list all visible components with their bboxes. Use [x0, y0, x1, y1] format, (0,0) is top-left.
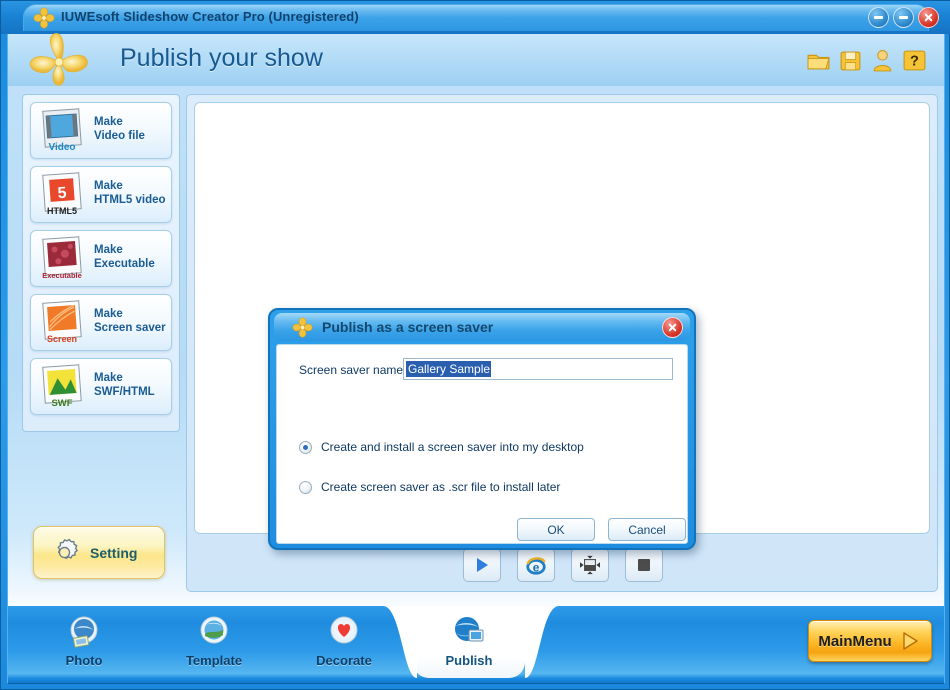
sidebar-item-make-html5-video[interactable]: 5 HTML5 Make HTML5 video: [30, 166, 172, 223]
user-icon[interactable]: [870, 48, 895, 73]
maximize-button[interactable]: [893, 7, 914, 28]
browser-preview-button[interactable]: e: [517, 548, 555, 582]
tab-publish[interactable]: Publish: [413, 609, 525, 673]
svg-text:Video: Video: [48, 142, 75, 153]
tab-photo[interactable]: Photo: [28, 609, 140, 673]
svg-text:Screen: Screen: [47, 334, 77, 344]
flower-logo-icon: [33, 7, 55, 29]
video-file-thumb-icon: Video: [38, 108, 86, 154]
tab-decorate[interactable]: Decorate: [288, 609, 400, 673]
swf-html-thumb-icon: SWF: [38, 364, 86, 410]
flower-logo-icon: [292, 317, 313, 338]
screen-saver-name-input[interactable]: Gallery Sample: [403, 358, 673, 380]
save-icon[interactable]: [838, 48, 863, 73]
publish-globe-icon: [449, 613, 489, 653]
decorate-heart-icon: [324, 613, 364, 653]
play-button[interactable]: [463, 548, 501, 582]
sidebar-panel: Video Make Video file 5 HTML5 Make HTML5…: [22, 94, 180, 432]
dialog-title: Publish as a screen saver: [322, 319, 494, 335]
screen-saver-thumb-icon: Screen: [38, 300, 86, 346]
sidebar-label-line2: Screen saver: [94, 322, 166, 335]
sidebar-label-line1: Make: [94, 116, 123, 128]
minimize-button[interactable]: [868, 7, 889, 28]
screen-saver-name-value: Gallery Sample: [406, 361, 492, 377]
template-globe-icon: [194, 613, 234, 653]
svg-text:5: 5: [57, 185, 67, 203]
svg-text:Executable: Executable: [42, 271, 82, 280]
svg-text:HTML5: HTML5: [47, 206, 77, 216]
close-icon: [668, 323, 677, 332]
stop-button[interactable]: [625, 548, 663, 582]
title-bar: IUWEsoft Slideshow Creator Pro (Unregist…: [1, 1, 950, 34]
fullscreen-icon: [580, 555, 600, 575]
mainmenu-label: MainMenu: [818, 632, 892, 650]
stop-icon: [638, 559, 650, 571]
ok-button[interactable]: OK: [517, 518, 595, 541]
svg-text:?: ?: [910, 54, 919, 70]
sidebar-label-line1: Make: [94, 372, 123, 384]
page-header: Publish your show ?: [7, 33, 945, 86]
tab-label: Decorate: [316, 653, 372, 668]
sidebar-label-line1: Make: [94, 180, 123, 192]
svg-text:e: e: [533, 560, 540, 574]
tab-label: Template: [185, 653, 243, 668]
radio-dot-icon: [303, 444, 308, 450]
sidebar-item-label: Make SWF/HTML: [94, 371, 155, 400]
sidebar-item-label: Make HTML5 video: [94, 179, 166, 208]
cancel-button[interactable]: Cancel: [608, 518, 686, 541]
fullscreen-button[interactable]: [571, 548, 609, 582]
sidebar-item-make-video-file[interactable]: Video Make Video file: [30, 102, 172, 159]
sidebar-label-line2: Executable: [94, 258, 155, 271]
sidebar-item-make-screen-saver[interactable]: Screen Make Screen saver: [30, 294, 172, 351]
workspace: Video Make Video file 5 HTML5 Make HTML5…: [7, 86, 945, 606]
sidebar-item-make-swf-html[interactable]: SWF Make SWF/HTML: [30, 358, 172, 415]
application-window: IUWEsoft Slideshow Creator Pro (Unregist…: [0, 0, 950, 690]
page-title: Publish your show: [120, 44, 323, 72]
radio-button-icon: [299, 440, 312, 454]
window-title: IUWEsoft Slideshow Creator Pro (Unregist…: [61, 9, 359, 24]
dialog-title-bar: Publish as a screen saver: [274, 313, 690, 341]
close-icon: [924, 13, 933, 22]
tab-template[interactable]: Template: [158, 609, 270, 673]
sidebar-label-line2: SWF/HTML: [94, 386, 155, 399]
minimize-icon: [874, 16, 883, 19]
screen-saver-name-label: Screen saver name: [299, 363, 404, 377]
radio-button-icon: [299, 480, 312, 494]
radio-option-install-to-desktop[interactable]: Create and install a screen saver into m…: [299, 440, 584, 454]
svg-text:SWF: SWF: [51, 398, 72, 409]
setting-button[interactable]: Setting: [33, 526, 165, 579]
sidebar-label-line1: Make: [94, 244, 123, 256]
help-icon[interactable]: ?: [902, 48, 927, 73]
tab-curve-right: [525, 606, 559, 678]
dialog-close-button[interactable]: [662, 317, 683, 338]
radio-option-label: Create screen saver as .scr file to inst…: [321, 480, 561, 494]
bottom-tab-bar: Photo Template Decorate Publish MainMenu: [7, 606, 945, 684]
sidebar-item-label: Make Executable: [94, 243, 155, 272]
gear-icon: [49, 537, 80, 568]
sidebar-item-label: Make Video file: [94, 115, 145, 144]
close-button[interactable]: [918, 7, 939, 28]
open-folder-icon[interactable]: [806, 48, 831, 73]
sidebar-label-line1: Make: [94, 308, 123, 320]
sidebar-label-line2: Video file: [94, 130, 145, 143]
flower-logo-icon: [22, 28, 96, 90]
tab-label: Publish: [445, 653, 493, 668]
html5-video-thumb-icon: 5 HTML5: [38, 172, 86, 218]
setting-label: Setting: [90, 544, 138, 561]
play-icon: [477, 558, 488, 572]
arrow-right-icon: [902, 632, 918, 650]
tab-label: Photo: [65, 653, 103, 668]
radio-option-label: Create and install a screen saver into m…: [321, 440, 584, 454]
maximize-icon: [899, 16, 908, 19]
dialog-content: Screen saver name Gallery Sample Create …: [276, 344, 688, 544]
executable-thumb-icon: Executable: [38, 236, 86, 282]
photo-globe-icon: [64, 613, 104, 653]
sidebar-item-make-executable[interactable]: Executable Make Executable: [30, 230, 172, 287]
internet-explorer-icon: e: [526, 557, 546, 575]
sidebar-label-line2: HTML5 video: [94, 194, 166, 207]
sidebar-item-label: Make Screen saver: [94, 307, 166, 336]
mainmenu-button[interactable]: MainMenu: [808, 620, 932, 662]
publish-screen-saver-dialog: Publish as a screen saver Screen saver n…: [268, 308, 696, 550]
radio-option-create-scr-file[interactable]: Create screen saver as .scr file to inst…: [299, 480, 560, 494]
